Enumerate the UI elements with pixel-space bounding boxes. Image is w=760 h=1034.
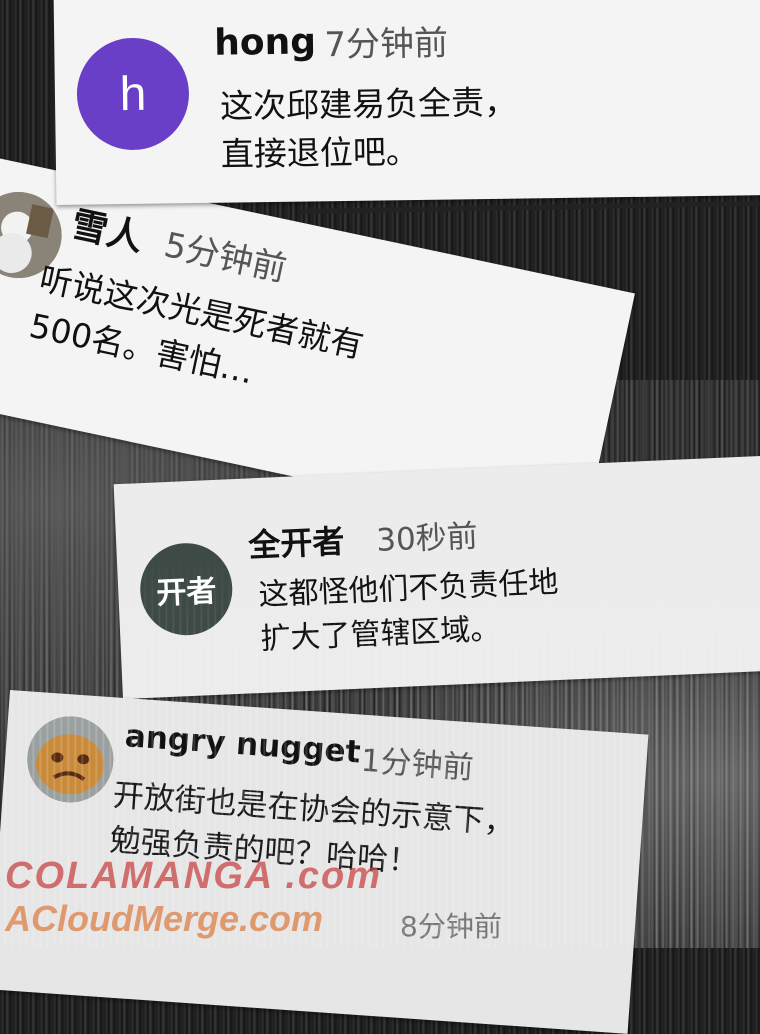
comment-text: 这次邱建易负全责， 直接退位吧。	[219, 82, 518, 174]
username: 全开者	[247, 522, 346, 565]
comment-text: 听说这次光是死者就有 500名。害怕…	[26, 258, 367, 392]
timestamp: 30秒前	[375, 518, 479, 559]
timestamp: 5分钟前	[160, 225, 290, 290]
ink-stroke	[299, 200, 760, 215]
avatar[interactable]	[24, 713, 117, 806]
username: angry nugget	[123, 718, 362, 771]
nugget-avatar-icon	[24, 713, 117, 806]
avatar-letter: h	[119, 67, 147, 121]
username: hong	[213, 21, 317, 64]
watermark-line2: ACloudMerge.com	[5, 898, 324, 939]
avatar[interactable]: h	[76, 37, 190, 151]
comment-card-hong: h hong 7分钟前 这次邱建易负全责， 直接退位吧。	[53, 0, 760, 206]
comment-text: 这都怪他们不负责任地 扩大了管辖区域。	[257, 564, 560, 657]
watermark-line1: COLAMANGA .com	[5, 855, 383, 897]
timestamp: 7分钟前	[324, 23, 449, 66]
username: 雪人	[67, 204, 147, 260]
timestamp: 1分钟前	[359, 742, 475, 787]
avatar[interactable]: 开者	[138, 541, 235, 638]
partial-timestamp: 8分钟前	[400, 910, 502, 943]
avatar-label: 开者	[155, 573, 218, 612]
comment-card-quankaizhe: 开者 全开者 30秒前 这都怪他们不负责任地 扩大了管辖区域。	[113, 455, 760, 700]
